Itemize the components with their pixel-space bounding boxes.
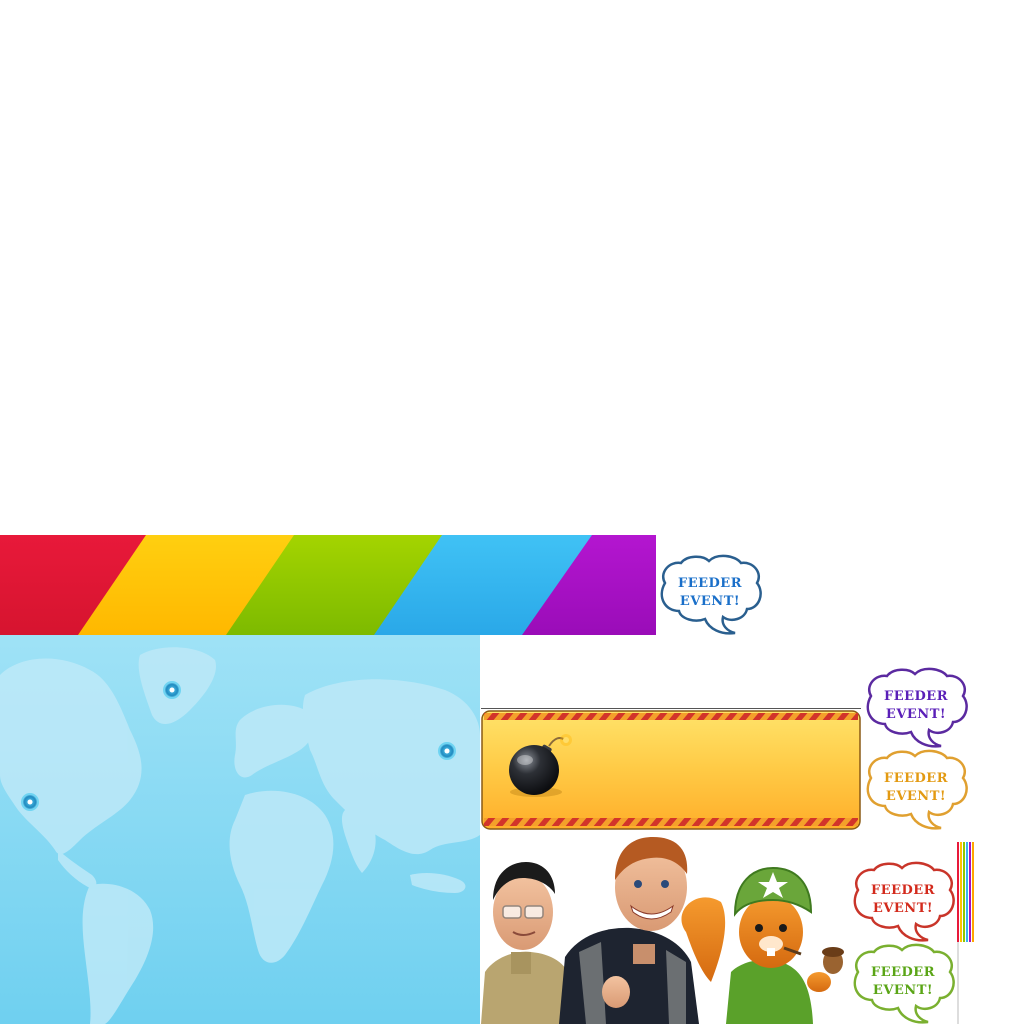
hazard-stripe-top bbox=[484, 713, 858, 720]
feeder-event-bubble-red[interactable]: FEEDER EVENT! bbox=[848, 860, 958, 942]
feeder-event-bubble-green[interactable]: FEEDER EVENT! bbox=[848, 942, 958, 1024]
feeder-event-label: FEEDER EVENT! bbox=[870, 965, 936, 998]
bomb-banner bbox=[481, 710, 861, 830]
feeder-event-bubble-purple[interactable]: FEEDER EVENT! bbox=[861, 666, 971, 748]
color-stripes bbox=[957, 842, 974, 942]
feeder-event-label: FEEDER EVENT! bbox=[883, 689, 949, 722]
world-map bbox=[0, 635, 480, 1024]
feeder-event-label: FEEDER EVENT! bbox=[870, 883, 936, 916]
character-squirrel-soldier bbox=[681, 866, 844, 1024]
hazard-stripe-bottom bbox=[484, 818, 858, 826]
feeder-event-bubble-orange[interactable]: FEEDER EVENT! bbox=[861, 748, 971, 830]
feeder-event-label: FEEDER EVENT! bbox=[883, 771, 949, 804]
character-young-man bbox=[559, 837, 699, 1024]
rainbow-banner bbox=[0, 535, 656, 635]
characters-illustration bbox=[481, 837, 844, 1024]
feeder-event-label: FEEDER EVENT! bbox=[677, 576, 743, 609]
separator-line bbox=[481, 708, 861, 709]
feeder-event-bubble-blue[interactable]: FEEDER EVENT! bbox=[655, 553, 765, 635]
